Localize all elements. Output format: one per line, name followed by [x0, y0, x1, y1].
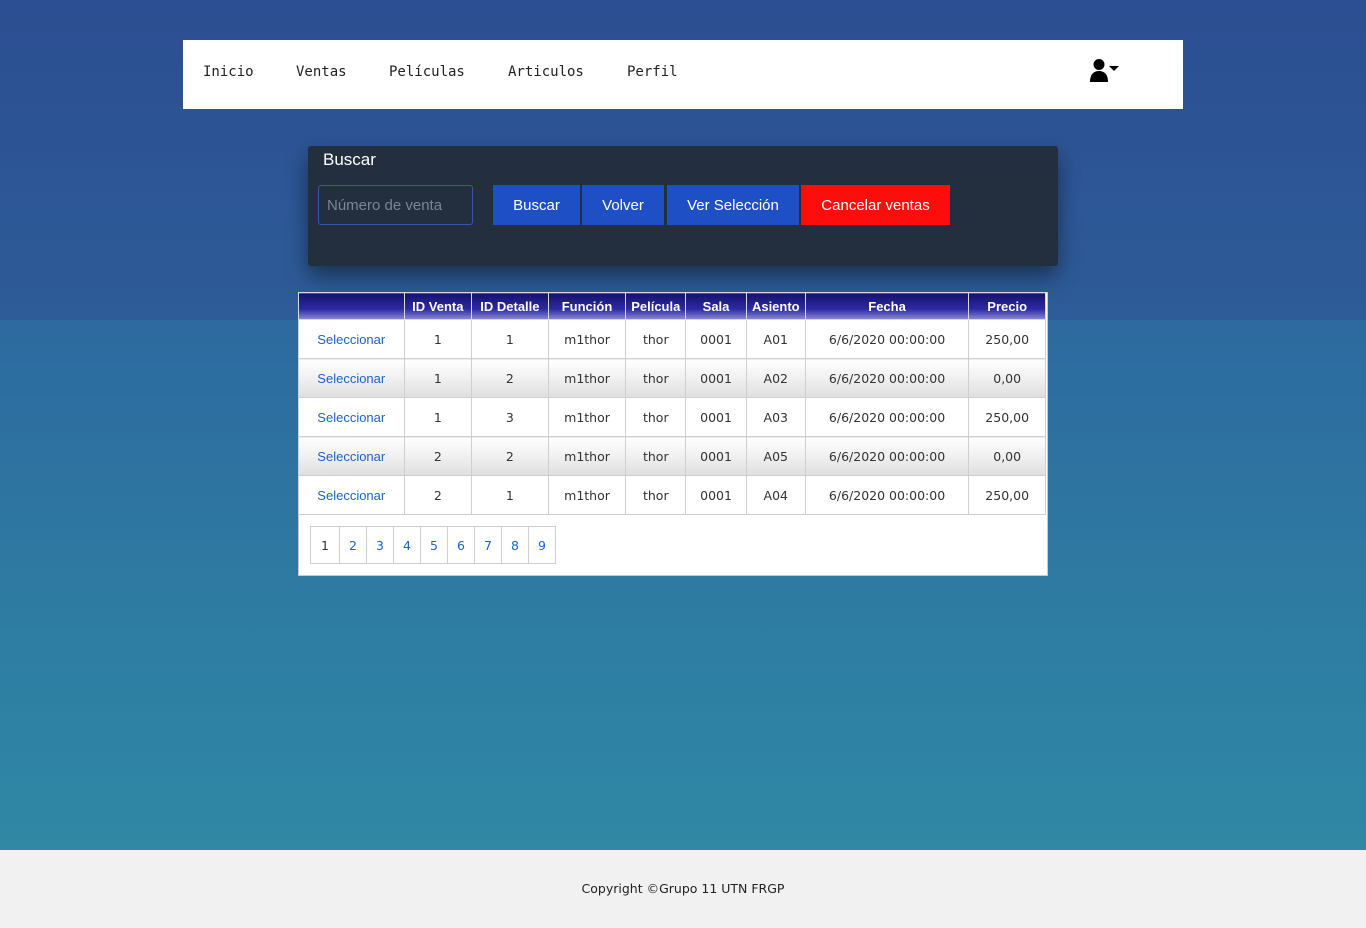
back-button[interactable]: Volver [582, 185, 664, 225]
column-header-id-detalle: ID Detalle [471, 292, 549, 320]
sales-table: ID Venta ID Detalle Función Película Sal… [298, 292, 1046, 515]
pelicula-cell: thor [625, 397, 687, 437]
fecha-cell: 6/6/2020 00:00:00 [804, 358, 970, 398]
funcion-cell: m1thor [547, 319, 627, 359]
select-link[interactable]: Seleccionar [317, 449, 385, 464]
select-cell: Seleccionar [298, 436, 405, 476]
id-venta-cell: 1 [403, 358, 473, 398]
page-link[interactable]: 3 [366, 526, 394, 564]
table-header-row: ID Venta ID Detalle Función Película Sal… [298, 292, 1046, 320]
table-row: Seleccionar 2 2 m1thor thor 0001 A05 6/6… [298, 436, 1046, 476]
column-header-pelicula: Película [625, 292, 687, 320]
id-venta-cell: 2 [403, 436, 473, 476]
table-row: Seleccionar 1 2 m1thor thor 0001 A02 6/6… [298, 358, 1046, 398]
asiento-cell: A04 [745, 475, 806, 515]
select-link[interactable]: Seleccionar [317, 332, 385, 347]
page-current: 1 [310, 526, 340, 564]
nav-item-peliculas[interactable]: Películas [389, 64, 465, 80]
pagination: 1 2 3 4 5 6 7 8 9 [310, 526, 556, 564]
nav-item-articulos[interactable]: Articulos [508, 64, 584, 80]
asiento-cell: A01 [745, 319, 806, 359]
precio-cell: 250,00 [968, 397, 1046, 437]
page-link[interactable]: 9 [528, 526, 556, 564]
sale-number-input[interactable] [318, 185, 473, 225]
id-detalle-cell: 1 [471, 475, 549, 515]
search-title: Buscar [323, 150, 376, 169]
fecha-cell: 6/6/2020 00:00:00 [804, 397, 970, 437]
id-detalle-cell: 2 [471, 436, 549, 476]
precio-cell: 0,00 [968, 358, 1046, 398]
page-link[interactable]: 5 [420, 526, 448, 564]
nav-item-ventas[interactable]: Ventas [296, 64, 347, 80]
select-link[interactable]: Seleccionar [317, 410, 385, 425]
asiento-cell: A05 [745, 436, 806, 476]
fecha-cell: 6/6/2020 00:00:00 [804, 475, 970, 515]
table-row: Seleccionar 1 3 m1thor thor 0001 A03 6/6… [298, 397, 1046, 437]
column-header-sala: Sala [685, 292, 747, 320]
funcion-cell: m1thor [547, 358, 627, 398]
precio-cell: 250,00 [968, 319, 1046, 359]
select-cell: Seleccionar [298, 475, 405, 515]
search-panel: Buscar Buscar Volver Ver Selección Cance… [308, 146, 1058, 266]
navbar: Inicio Ventas Películas Articulos Perfil [183, 40, 1183, 109]
sala-cell: 0001 [685, 319, 747, 359]
view-selection-button[interactable]: Ver Selección [667, 185, 799, 225]
cancel-sales-button[interactable]: Cancelar ventas [801, 185, 950, 225]
select-cell: Seleccionar [298, 319, 405, 359]
user-dropdown-icon[interactable] [1090, 58, 1122, 84]
precio-cell: 250,00 [968, 475, 1046, 515]
select-cell: Seleccionar [298, 397, 405, 437]
sala-cell: 0001 [685, 475, 747, 515]
funcion-cell: m1thor [547, 436, 627, 476]
id-venta-cell: 1 [403, 397, 473, 437]
column-header-precio: Precio [968, 292, 1046, 320]
id-detalle-cell: 1 [471, 319, 549, 359]
page-link[interactable]: 4 [393, 526, 421, 564]
table-row: Seleccionar 2 1 m1thor thor 0001 A04 6/6… [298, 475, 1046, 515]
column-header-fecha: Fecha [804, 292, 970, 320]
column-header-select [298, 292, 405, 320]
page-link[interactable]: 8 [501, 526, 529, 564]
fecha-cell: 6/6/2020 00:00:00 [804, 319, 970, 359]
precio-cell: 0,00 [968, 436, 1046, 476]
copyright-text: Copyright ©Grupo 11 UTN FRGP [581, 881, 785, 896]
table-row: Seleccionar 1 1 m1thor thor 0001 A01 6/6… [298, 319, 1046, 359]
sala-cell: 0001 [685, 397, 747, 437]
sala-cell: 0001 [685, 436, 747, 476]
select-cell: Seleccionar [298, 358, 405, 398]
pelicula-cell: thor [625, 319, 687, 359]
funcion-cell: m1thor [547, 397, 627, 437]
search-button[interactable]: Buscar [493, 185, 580, 225]
page-link[interactable]: 7 [474, 526, 502, 564]
select-link[interactable]: Seleccionar [317, 488, 385, 503]
nav-item-inicio[interactable]: Inicio [203, 64, 254, 80]
pelicula-cell: thor [625, 436, 687, 476]
column-header-id-venta: ID Venta [403, 292, 473, 320]
page-link[interactable]: 2 [339, 526, 367, 564]
footer: Copyright ©Grupo 11 UTN FRGP [0, 850, 1366, 928]
column-header-asiento: Asiento [745, 292, 806, 320]
pelicula-cell: thor [625, 358, 687, 398]
sala-cell: 0001 [685, 358, 747, 398]
column-header-funcion: Función [547, 292, 627, 320]
nav-item-perfil[interactable]: Perfil [627, 64, 678, 80]
fecha-cell: 6/6/2020 00:00:00 [804, 436, 970, 476]
id-detalle-cell: 3 [471, 397, 549, 437]
asiento-cell: A02 [745, 358, 806, 398]
sales-grid: ID Venta ID Detalle Función Película Sal… [298, 292, 1048, 576]
id-venta-cell: 2 [403, 475, 473, 515]
select-link[interactable]: Seleccionar [317, 371, 385, 386]
asiento-cell: A03 [745, 397, 806, 437]
funcion-cell: m1thor [547, 475, 627, 515]
id-detalle-cell: 2 [471, 358, 549, 398]
pelicula-cell: thor [625, 475, 687, 515]
id-venta-cell: 1 [403, 319, 473, 359]
page-link[interactable]: 6 [447, 526, 475, 564]
